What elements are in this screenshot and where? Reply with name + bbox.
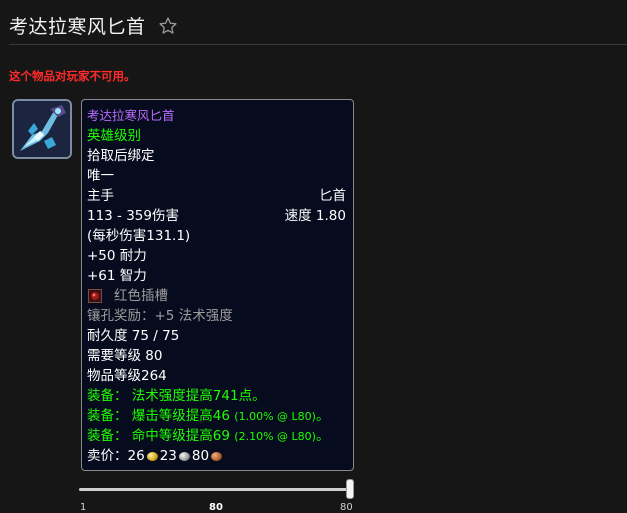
item-socket-bonus: 镶孔奖励：+5 法术强度 [87,308,233,324]
gold-coin-icon [146,452,158,461]
slider-max-label: 80 [340,502,353,513]
socket-label: 红色插槽 [114,288,168,304]
sell-gold: 26 [127,448,145,464]
unavailable-warning: 这个物品对玩家不可用。 [9,69,136,83]
item-damage: 113 - 359伤害 [87,208,179,224]
level-slider[interactable] [79,479,354,501]
slider-min-label: 1 [80,502,87,513]
item-damage-row: 113 - 359伤害 速度 1.80 [87,206,346,226]
star-outline-icon[interactable] [158,16,178,36]
equip-spell-power: 装备： 法术强度提高741点。 [87,386,346,406]
item-unique: 唯一 [87,168,114,184]
item-level: 物品等级264 [87,368,167,384]
slider-thumb[interactable] [346,479,354,499]
sell-label: 卖价： [87,448,128,464]
equip-crit: 装备： 爆击等级提高46 (1.00% @ L80)。 [87,408,330,424]
item-sell-price: 卖价：26 23 80 [87,446,346,466]
item-name: 考达拉寒风匕首 [87,108,175,123]
equip-note: (2.10% @ L80) [234,430,316,443]
item-bind: 拾取后绑定 [87,148,155,164]
equip-note: (1.00% @ L80) [234,410,316,423]
slider-current-label: 80 [209,502,223,513]
equip-text[interactable]: 命中等级提高69 [132,428,230,444]
item-type: 匕首 [319,188,346,204]
item-dps: (每秒伤害131.1) [87,228,191,244]
sell-silver: 23 [159,448,177,464]
item-slot: 主手 [87,188,114,204]
item-intellect: +61 智力 [87,268,147,284]
item-slot-row: 主手 匕首 [87,186,346,206]
red-socket-icon [88,289,102,303]
item-tooltip: 考达拉寒风匕首 英雄级别 拾取后绑定 唯一 主手 匕首 113 - 359伤害 … [81,99,354,471]
equip-text[interactable]: 法术强度提高741点。 [132,388,266,404]
item-required-level: 需要等级 80 [87,348,163,364]
item-socket: 红色插槽 [87,286,346,306]
copper-coin-icon [211,452,223,461]
item-durability: 耐久度 75 / 75 [87,328,180,344]
item-icon-button[interactable] [12,99,72,159]
equip-label: 装备： [87,428,128,444]
item-stamina: +50 耐力 [87,248,147,264]
title-row: 考达拉寒风匕首 [9,12,178,39]
item-speed: 速度 1.80 [284,208,346,224]
equip-label: 装备： [87,388,128,404]
item-quality: 英雄级别 [87,128,141,144]
silver-coin-icon [178,452,190,461]
equip-hit: 装备： 命中等级提高69 (2.10% @ L80)。 [87,428,330,444]
slider-track[interactable] [79,488,349,491]
equip-label: 装备： [87,408,128,424]
page-title: 考达拉寒风匕首 [9,16,146,38]
ice-dagger-icon [14,101,70,157]
sell-copper: 80 [191,448,210,464]
title-divider [9,44,627,45]
equip-text[interactable]: 爆击等级提高46 [132,408,230,424]
